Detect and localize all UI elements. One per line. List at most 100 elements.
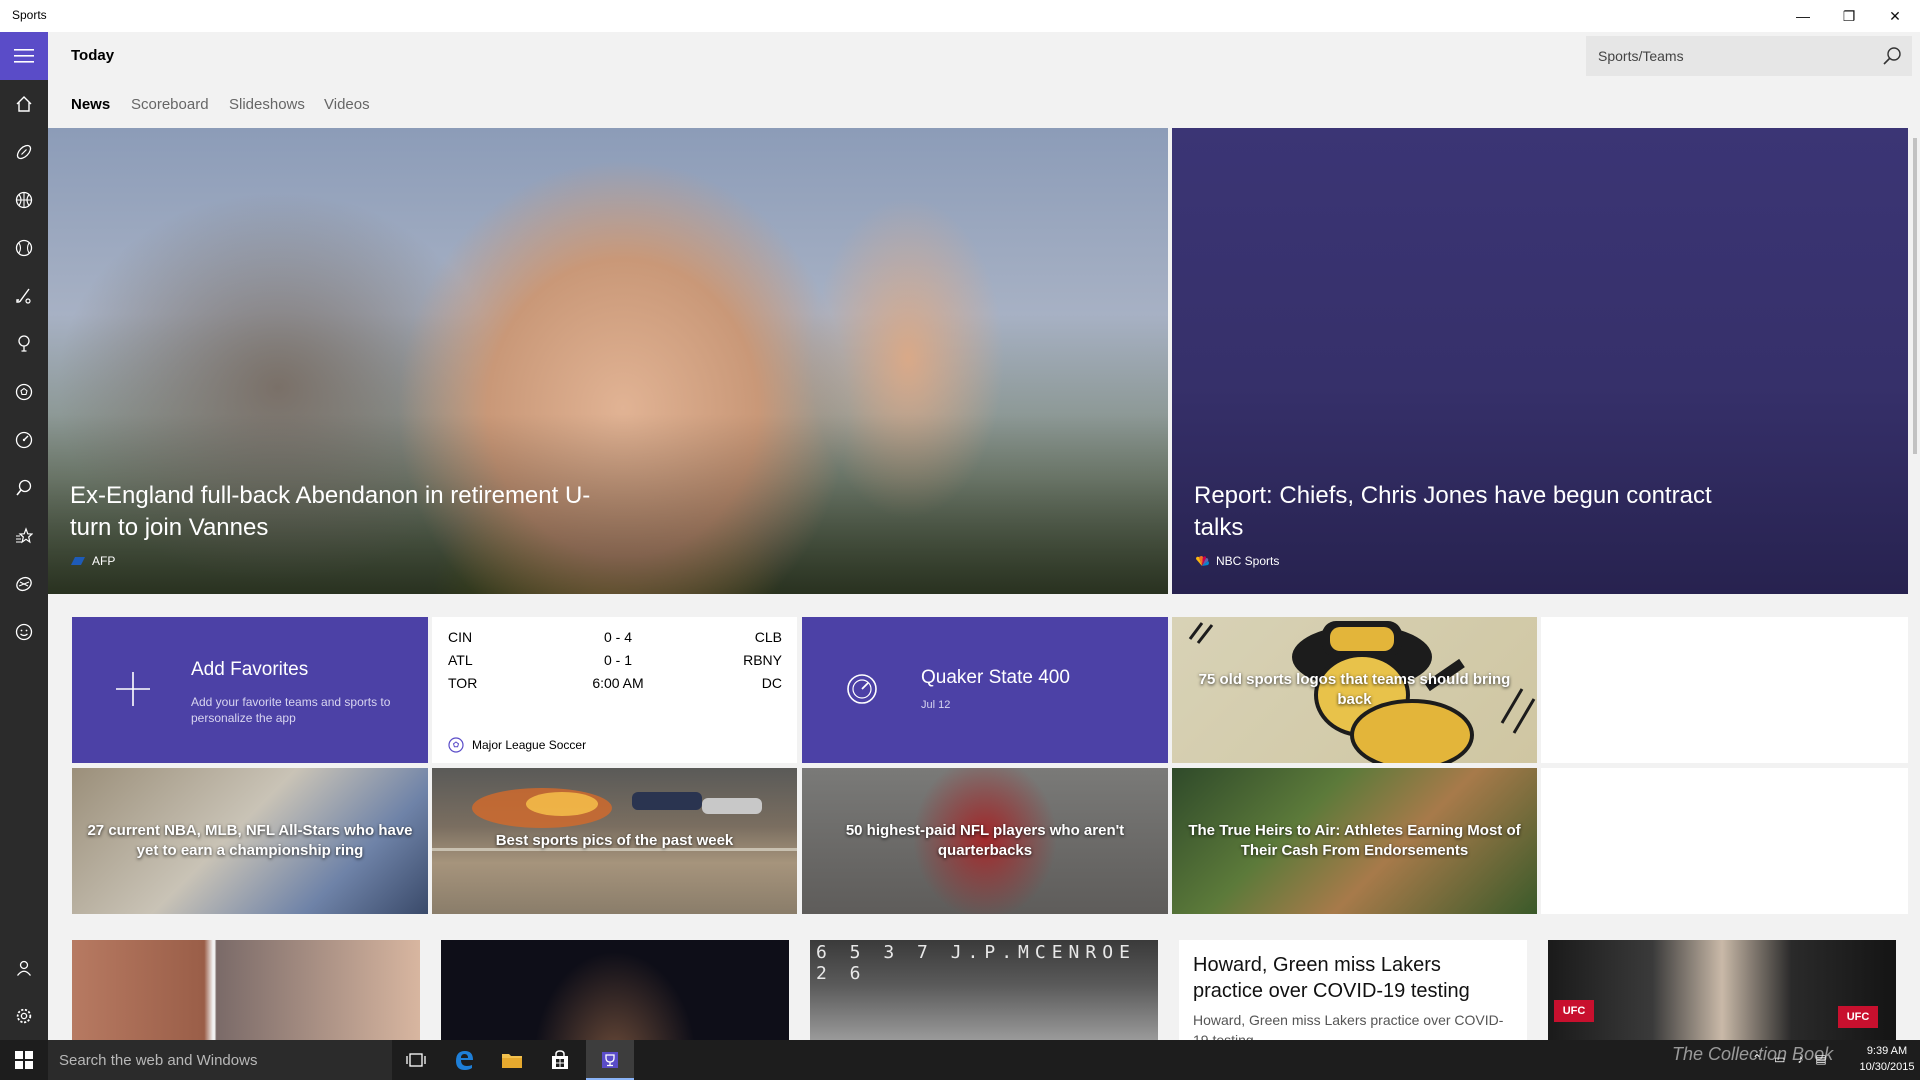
nav-home[interactable] xyxy=(0,80,48,128)
tile-caption: Best sports pics of the past week xyxy=(495,832,734,849)
tab-slideshows[interactable]: Slideshows xyxy=(229,96,305,113)
nav-football[interactable] xyxy=(0,128,48,176)
race-tile[interactable]: Quaker State 400 Jul 12 xyxy=(802,617,1168,763)
nav-baseball[interactable] xyxy=(0,224,48,272)
nav-favorites[interactable] xyxy=(0,512,48,560)
old-logos-tile[interactable]: 75 old sports logos that teams should br… xyxy=(1172,617,1537,763)
basketball-player-tile[interactable] xyxy=(441,940,789,1040)
article-title: Howard, Green miss Lakers practice over … xyxy=(1193,954,1470,1002)
file-explorer-button[interactable] xyxy=(488,1040,536,1080)
baseball-icon xyxy=(15,239,33,257)
nfl-players-tile[interactable]: 50 highest-paid NFL players who aren't q… xyxy=(802,768,1168,914)
restore-button[interactable]: ❐ xyxy=(1826,0,1872,32)
endorsements-tile[interactable]: The True Heirs to Air: Athletes Earning … xyxy=(1172,768,1537,914)
taskbar-search-input[interactable]: Search the web and Windows xyxy=(59,1052,257,1069)
task-view-button[interactable] xyxy=(392,1040,440,1080)
page-header: Today Sports/Teams News Scoreboard Slide… xyxy=(48,32,1920,128)
add-favorites-title: Add Favorites xyxy=(191,659,309,680)
hero-headline[interactable]: Ex-England full-back Abendanon in retire… xyxy=(70,480,630,544)
match-time: 6:00 AM xyxy=(592,675,644,691)
scoreboard-tile[interactable]: CIN 0 - 4 CLB ATL 0 - 1 RBNY TOR 6:00 AM… xyxy=(432,617,797,763)
rugby-icon xyxy=(16,576,32,592)
nav-basketball[interactable] xyxy=(0,176,48,224)
ufc-badge: UFC xyxy=(1554,1000,1594,1022)
hero-story-chiefs[interactable]: Report: Chiefs, Chris Jones have begun c… xyxy=(1172,128,1908,594)
sports-app-taskbar-button[interactable] xyxy=(586,1040,634,1080)
match-score: 0 - 4 xyxy=(603,629,632,645)
tile-caption: The True Heirs to Air: Athletes Earning … xyxy=(1188,822,1521,859)
close-icon: ✕ xyxy=(1889,7,1901,24)
trophy-icon xyxy=(602,1052,618,1068)
nbc-peacock-icon xyxy=(1196,556,1209,566)
nav-fun[interactable] xyxy=(0,608,48,656)
nav-rugby[interactable] xyxy=(0,560,48,608)
close-button[interactable]: ✕ xyxy=(1872,0,1918,32)
add-favorites-tile[interactable]: Add Favorites Add your favorite teams an… xyxy=(72,617,428,763)
volume-icon[interactable]: ♪ xyxy=(1797,1052,1803,1066)
away-team: RBNY xyxy=(743,652,782,668)
empty-tile xyxy=(1541,768,1908,914)
nav-racing[interactable] xyxy=(0,416,48,464)
score-row: ATL 0 - 1 RBNY xyxy=(448,652,782,672)
scrollbar-thumb[interactable] xyxy=(1913,138,1917,454)
nav-settings[interactable] xyxy=(0,992,48,1040)
mcenroe-photo-tile[interactable]: 6 5 3 7 J.P.MCENROE 2 6 xyxy=(810,940,1158,1040)
edge-icon xyxy=(456,1051,473,1070)
clock-time: 9:39 AM xyxy=(1866,1045,1908,1057)
smiley-icon xyxy=(15,623,33,641)
nav-tennis[interactable] xyxy=(0,464,48,512)
left-nav xyxy=(0,32,48,1040)
show-hidden-icons-chevron-icon[interactable]: ⌃ xyxy=(1752,1052,1762,1066)
speedometer-icon xyxy=(847,674,877,704)
network-icon[interactable]: ▭ xyxy=(1774,1052,1785,1066)
taskbar-search-box[interactable]: Search the web and Windows xyxy=(48,1040,392,1080)
vertical-scrollbar[interactable] xyxy=(1910,128,1920,1040)
article-snippet: Howard, Green miss Lakers practice over … xyxy=(1193,1012,1504,1040)
soccer-icon xyxy=(15,383,33,401)
race-title: Quaker State 400 xyxy=(921,667,1070,688)
score-row: TOR 6:00 AM DC xyxy=(448,675,782,695)
settings-gear-icon xyxy=(16,1008,32,1024)
hero-source: NBC Sports xyxy=(1194,554,1279,568)
folder-icon xyxy=(502,1054,522,1068)
favorites-star-icon xyxy=(16,527,33,544)
minimize-button[interactable]: — xyxy=(1780,0,1826,32)
home-team: CIN xyxy=(448,629,473,645)
ufc-badge: UFC xyxy=(1838,1006,1878,1028)
tab-scoreboard[interactable]: Scoreboard xyxy=(131,96,209,113)
league-label: Major League Soccer xyxy=(448,737,586,753)
windows-taskbar: Search the web and Windows The Collectio… xyxy=(0,1040,1920,1080)
taskbar-clock[interactable]: 9:39 AM 10/30/2015 xyxy=(1856,1043,1918,1075)
nav-hockey[interactable] xyxy=(0,272,48,320)
tab-videos[interactable]: Videos xyxy=(324,96,370,113)
restore-icon: ❐ xyxy=(1842,7,1856,24)
start-button[interactable] xyxy=(0,1040,48,1080)
action-center-icon[interactable]: ▤ xyxy=(1815,1052,1826,1066)
hero-headline[interactable]: Report: Chiefs, Chris Jones have begun c… xyxy=(1194,480,1754,544)
nav-soccer[interactable] xyxy=(0,368,48,416)
nav-account[interactable] xyxy=(0,944,48,992)
store-button[interactable] xyxy=(536,1040,584,1080)
tab-news[interactable]: News xyxy=(71,96,110,113)
home-team: ATL xyxy=(448,652,473,668)
allstars-tile[interactable]: 27 current NBA, MLB, NFL All-Stars who h… xyxy=(72,768,428,914)
tennis-icon xyxy=(16,479,32,496)
boxing-photo-tile[interactable] xyxy=(72,940,420,1040)
edge-browser-button[interactable] xyxy=(440,1040,488,1080)
sports-pics-tile[interactable]: Best sports pics of the past week xyxy=(432,768,797,914)
search-icon[interactable] xyxy=(1882,46,1902,66)
hero-story-abendanon[interactable]: Ex-England full-back Abendanon in retire… xyxy=(48,128,1168,594)
search-input[interactable]: Sports/Teams xyxy=(1598,48,1684,64)
page-title: Today xyxy=(71,47,115,64)
tile-caption: 50 highest-paid NFL players who aren't q… xyxy=(845,822,1125,859)
home-team: TOR xyxy=(448,675,478,691)
nav-golf[interactable] xyxy=(0,320,48,368)
source-name: NBC Sports xyxy=(1216,554,1280,568)
lakers-article-tile[interactable]: Howard, Green miss Lakers practice over … xyxy=(1179,940,1527,1040)
ufc-photo-tile[interactable]: UFC UFC xyxy=(1548,940,1896,1040)
app-title: Sports xyxy=(12,8,47,22)
search-box[interactable]: Sports/Teams xyxy=(1586,36,1912,76)
windows-logo-icon xyxy=(15,1051,33,1069)
hamburger-menu-button[interactable] xyxy=(0,32,48,80)
sports-app-window: Sports — ❐ ✕ Today Sports/Teams News Sco… xyxy=(0,0,1920,1040)
